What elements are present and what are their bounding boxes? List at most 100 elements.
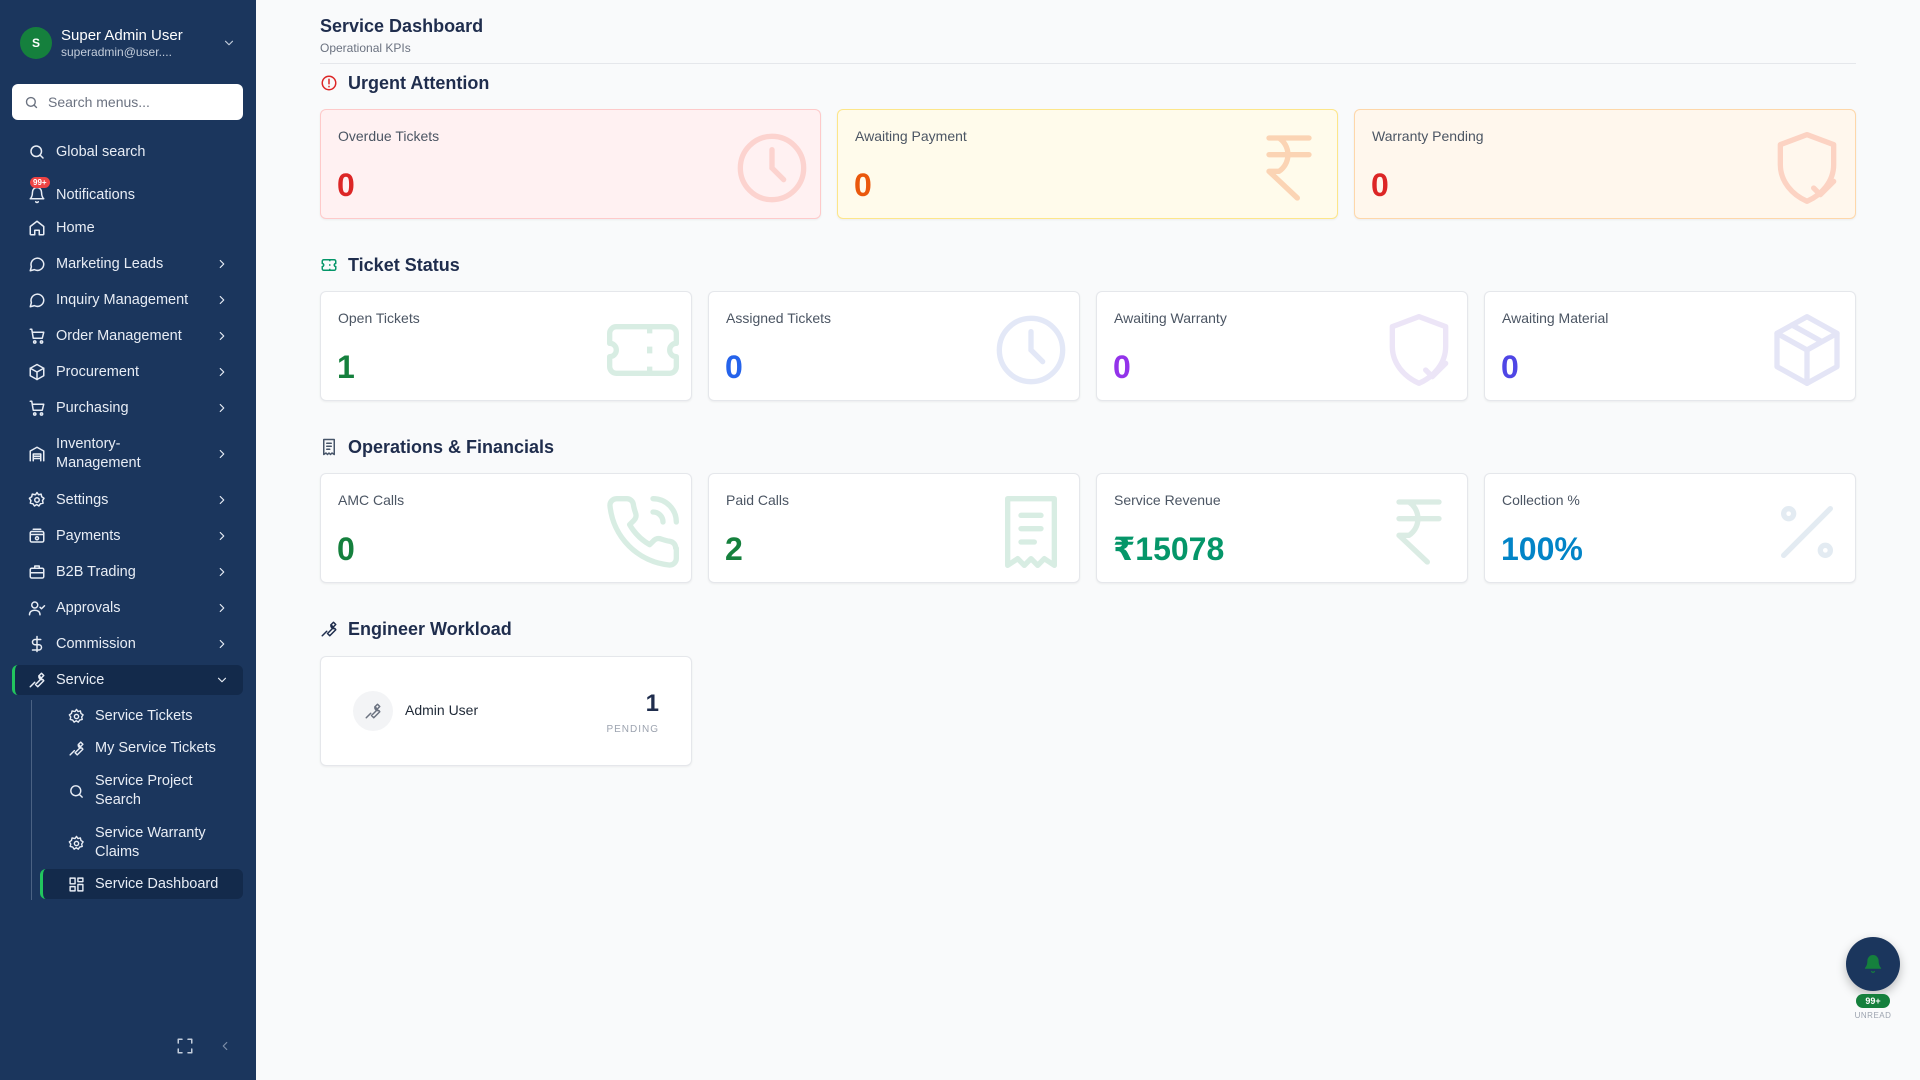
fullscreen-icon[interactable] bbox=[176, 1037, 194, 1055]
chevron-right-icon bbox=[219, 531, 225, 541]
gear-icon bbox=[28, 491, 46, 509]
kpi-label: Assigned Tickets bbox=[726, 310, 832, 326]
kpi-card-awaiting-warranty[interactable]: Awaiting Warranty 0 bbox=[1096, 291, 1468, 401]
shield-check-icon bbox=[1379, 310, 1459, 390]
chevron-right-icon bbox=[219, 331, 225, 341]
gear-icon bbox=[68, 708, 85, 725]
kpi-card-service-revenue[interactable]: Service Revenue ₹15078 bbox=[1096, 473, 1468, 583]
nav-service[interactable]: Service bbox=[12, 665, 243, 695]
clock-icon bbox=[732, 128, 812, 208]
nav-label: Notifications bbox=[56, 186, 135, 203]
chevron-right-icon bbox=[219, 259, 225, 269]
kpi-value: 1 bbox=[337, 349, 355, 385]
chevron-right-icon bbox=[219, 603, 225, 613]
chevron-down-icon[interactable] bbox=[222, 36, 236, 50]
shield-check-icon bbox=[1767, 128, 1847, 208]
nav-my-service-tickets[interactable]: My Service Tickets bbox=[40, 736, 243, 760]
search-input[interactable] bbox=[48, 94, 228, 110]
nav-label: Service Warranty bbox=[95, 825, 206, 841]
nav-label: Approvals bbox=[56, 599, 121, 616]
nav-label: Settings bbox=[56, 491, 109, 508]
kpi-label: Awaiting Payment bbox=[855, 128, 967, 144]
chevron-left-icon[interactable] bbox=[218, 1037, 232, 1055]
nav-inquiry-management[interactable]: Inquiry Management bbox=[12, 287, 243, 313]
kpi-card-amc-calls[interactable]: AMC Calls 0 bbox=[320, 473, 692, 583]
kpi-card-warranty-pending[interactable]: Warranty Pending 0 bbox=[1354, 109, 1856, 219]
nav-label: Service Dashboard bbox=[95, 875, 219, 892]
nav-marketing-leads[interactable]: Marketing Leads bbox=[12, 251, 243, 277]
kpi-card-assigned-tickets[interactable]: Assigned Tickets 0 bbox=[708, 291, 1080, 401]
nav-notifications[interactable]: 99+ Notifications bbox=[12, 177, 243, 207]
dollar-icon bbox=[28, 635, 46, 653]
notifications-fab-badge: 99+ bbox=[1856, 994, 1890, 1008]
nav-payments[interactable]: Payments bbox=[12, 523, 243, 549]
nav-service-dashboard[interactable]: Service Dashboard bbox=[40, 869, 243, 899]
kpi-card-awaiting-material[interactable]: Awaiting Material 0 bbox=[1484, 291, 1856, 401]
nav-purchasing[interactable]: Purchasing bbox=[12, 395, 243, 421]
kpi-card-awaiting-payment[interactable]: Awaiting Payment 0 bbox=[837, 109, 1338, 219]
section-title: Urgent Attention bbox=[348, 72, 490, 93]
nav-label: Service Tickets bbox=[95, 707, 193, 724]
chevron-right-icon bbox=[219, 403, 225, 413]
nav-label: Home bbox=[56, 219, 95, 236]
nav-label: Procurement bbox=[56, 363, 140, 380]
chevron-right-icon bbox=[219, 295, 225, 305]
page-header: Service Dashboard Operational KPIs bbox=[320, 14, 1856, 64]
bell-icon: 99+ bbox=[28, 177, 50, 204]
chevron-right-icon bbox=[219, 449, 225, 459]
warehouse-icon bbox=[28, 445, 46, 463]
nav-inventory-management[interactable]: Inventory- Management bbox=[12, 432, 243, 476]
percent-icon bbox=[1767, 492, 1847, 572]
engineer-card[interactable]: Admin User 1 PENDING bbox=[320, 656, 692, 766]
avatar: S bbox=[20, 27, 52, 59]
nav-label: Payments bbox=[56, 527, 121, 544]
nav-label: Inquiry Management bbox=[56, 291, 189, 308]
engineer-pending-count: 1 bbox=[645, 690, 659, 717]
user-menu[interactable]: S Super Admin User superadmin@user.... bbox=[20, 26, 236, 60]
kpi-value: 0 bbox=[337, 167, 355, 203]
gear-icon bbox=[68, 835, 85, 852]
nav-global-search[interactable]: Global search bbox=[12, 140, 243, 164]
nav-order-management[interactable]: Order Management bbox=[12, 323, 243, 349]
nav-service-tickets[interactable]: Service Tickets bbox=[40, 704, 243, 728]
kpi-value: 0 bbox=[854, 167, 872, 203]
nav-service-project-search[interactable]: Service Project Search bbox=[40, 770, 243, 812]
nav-procurement[interactable]: Procurement bbox=[12, 359, 243, 385]
kpi-card-collection[interactable]: Collection % 100% bbox=[1484, 473, 1856, 583]
receipt-icon bbox=[991, 492, 1071, 572]
chevron-right-icon bbox=[219, 367, 225, 377]
search-icon bbox=[25, 96, 38, 108]
kpi-card-open-tickets[interactable]: Open Tickets 1 bbox=[320, 291, 692, 401]
notifications-fab[interactable] bbox=[1846, 937, 1900, 991]
message-circle-icon bbox=[28, 255, 46, 273]
kpi-label: Open Tickets bbox=[338, 310, 420, 326]
rupee-icon bbox=[1249, 128, 1329, 208]
nav-label: Claims bbox=[95, 844, 140, 860]
nav-b2b-trading[interactable]: B2B Trading bbox=[12, 559, 243, 585]
nav-settings[interactable]: Settings bbox=[12, 487, 243, 513]
kpi-label: Paid Calls bbox=[726, 492, 790, 508]
nav-approvals[interactable]: Approvals bbox=[12, 595, 243, 621]
nav-service-warranty-claims[interactable]: Service Warranty Claims bbox=[40, 822, 243, 864]
nav-label: Global search bbox=[56, 143, 146, 160]
search-icon bbox=[68, 783, 85, 800]
briefcase-icon bbox=[28, 563, 46, 581]
nav-label: Commission bbox=[56, 635, 136, 652]
nav-commission[interactable]: Commission bbox=[12, 631, 243, 657]
nav-home[interactable]: Home bbox=[12, 216, 243, 240]
kpi-value: 0 bbox=[725, 349, 743, 385]
nav-label: Service Project bbox=[95, 773, 193, 789]
kpi-card-paid-calls[interactable]: Paid Calls 2 bbox=[708, 473, 1080, 583]
kpi-value: 0 bbox=[337, 531, 355, 567]
nav-label: Management bbox=[56, 455, 141, 471]
search-box[interactable] bbox=[12, 84, 243, 120]
ticket-icon bbox=[320, 256, 338, 274]
nav-label: B2B Trading bbox=[56, 563, 136, 580]
nav-label: Order Management bbox=[56, 327, 182, 344]
wrench-icon bbox=[68, 740, 85, 757]
kpi-card-overdue[interactable]: Overdue Tickets 0 bbox=[320, 109, 821, 219]
kpi-label: Overdue Tickets bbox=[338, 128, 440, 144]
phone-call-icon bbox=[603, 492, 683, 572]
receipt-icon bbox=[320, 438, 338, 456]
engineer-avatar bbox=[353, 691, 393, 731]
